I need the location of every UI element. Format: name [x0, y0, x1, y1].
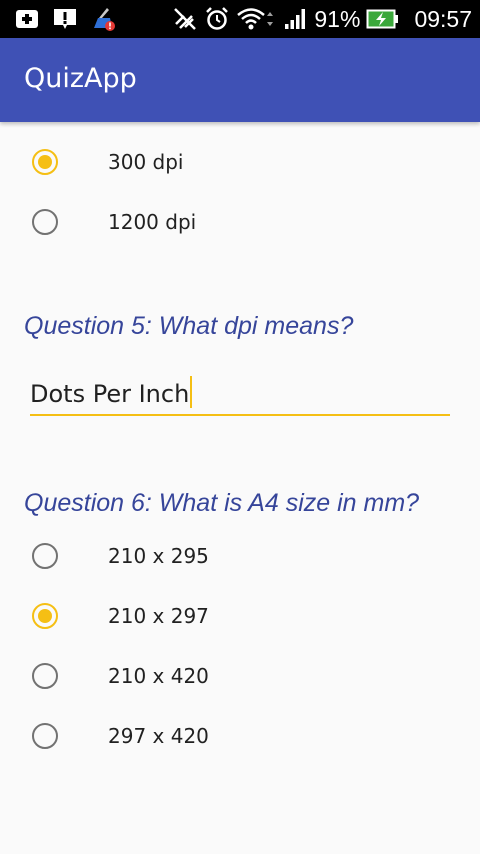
- radio-label: 297 x 420: [108, 724, 209, 748]
- cleaner-icon: [90, 6, 116, 32]
- answer-text: Dots Per Inch: [30, 380, 190, 408]
- radio-button[interactable]: [32, 149, 58, 175]
- signal-icon: [282, 6, 308, 32]
- radio-button[interactable]: [32, 543, 58, 569]
- mute-icon: [172, 6, 198, 32]
- radio-label: 1200 dpi: [108, 210, 197, 234]
- notification-icons: [14, 6, 116, 32]
- wifi-icon: [236, 6, 276, 32]
- radio-option-300-dpi[interactable]: 300 dpi: [32, 144, 452, 184]
- clock: 09:57: [414, 5, 472, 32]
- radio-button[interactable]: [32, 723, 58, 749]
- radio-label: 300 dpi: [108, 150, 184, 174]
- radio-option-210x297[interactable]: 210 x 297: [32, 598, 452, 638]
- battery-percent: 91%: [314, 5, 361, 32]
- status-bar: 91% 09:57: [0, 0, 480, 38]
- question-6-title: Question 6: What is A4 size in mm?: [24, 489, 420, 517]
- question-5-title: Question 5: What dpi means?: [24, 312, 354, 340]
- radio-option-210x295[interactable]: 210 x 295: [32, 538, 452, 578]
- radio-button[interactable]: [32, 603, 58, 629]
- battery-charging-icon: [366, 6, 400, 32]
- radio-button[interactable]: [32, 209, 58, 235]
- answer-input-question-5[interactable]: Dots Per Inch: [30, 370, 450, 416]
- radio-label: 210 x 295: [108, 544, 209, 568]
- alert-icon: [52, 6, 78, 32]
- app-title: QuizApp: [24, 63, 137, 94]
- radio-label: 210 x 420: [108, 664, 209, 688]
- text-cursor: [190, 376, 193, 408]
- system-icons: 91% 09:57: [172, 0, 472, 38]
- app-bar: QuizApp: [0, 38, 480, 122]
- add-box-icon: [14, 6, 40, 32]
- radio-button[interactable]: [32, 663, 58, 689]
- radio-option-1200-dpi[interactable]: 1200 dpi: [32, 204, 452, 244]
- radio-label: 210 x 297: [108, 604, 209, 628]
- quiz-content[interactable]: 300 dpi 1200 dpi Question 5: What dpi me…: [0, 122, 480, 854]
- answer-input-value[interactable]: Dots Per Inch: [30, 376, 193, 409]
- radio-option-210x420[interactable]: 210 x 420: [32, 658, 452, 698]
- radio-option-297x420[interactable]: 297 x 420: [32, 718, 452, 758]
- alarm-icon: [204, 6, 230, 32]
